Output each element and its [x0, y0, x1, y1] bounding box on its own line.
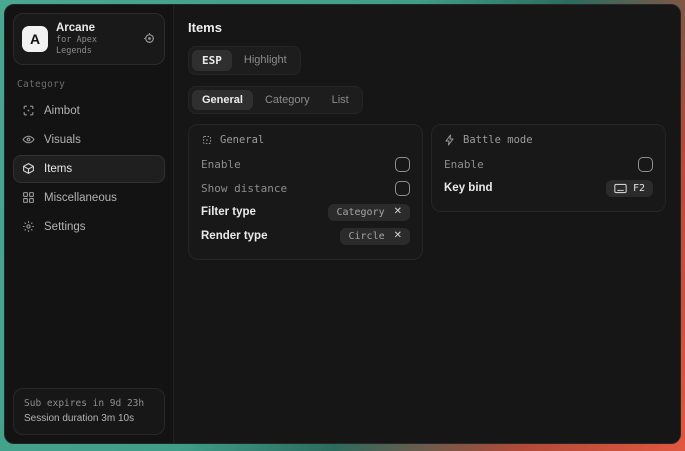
show-distance-row: Show distance	[201, 176, 410, 200]
filter-type-row: Filter type Category ✕	[201, 200, 410, 224]
sidebar-item-visuals[interactable]: Visuals	[13, 126, 165, 154]
sidebar-item-aimbot[interactable]: Aimbot	[13, 97, 165, 125]
sidebar-item-label: Settings	[44, 221, 86, 233]
render-type-value: Circle	[348, 231, 384, 242]
enable-label: Enable	[201, 158, 241, 171]
general-panel-title: General	[220, 134, 264, 146]
app-subtitle: for Apex Legends	[56, 35, 135, 56]
battle-mode-panel-title: Battle mode	[463, 134, 533, 146]
keyboard-icon	[614, 183, 627, 194]
battle-enable-label: Enable	[444, 158, 484, 171]
crosshair-icon	[22, 104, 35, 117]
battle-enable-checkbox[interactable]	[638, 157, 653, 172]
sidebar-nav: Aimbot Visuals Items	[13, 97, 165, 241]
session-duration: Session duration 3m 10s	[24, 411, 154, 426]
clear-filter-button[interactable]: ✕	[394, 207, 402, 217]
sidebar-item-miscellaneous[interactable]: Miscellaneous	[13, 184, 165, 212]
key-bind-button[interactable]: F2	[606, 180, 653, 197]
page-title: Items	[188, 20, 666, 35]
battle-mode-panel: Battle mode Enable Key bind	[431, 124, 666, 212]
battle-enable-row: Enable	[444, 152, 653, 176]
subscription-expiry: Sub expires in 9d 23h	[24, 397, 154, 411]
sun-icon	[201, 134, 213, 146]
sidebar-item-label: Visuals	[44, 134, 81, 146]
app-logo: A	[22, 26, 48, 52]
filter-type-select[interactable]: Category ✕	[328, 204, 410, 221]
tab-category[interactable]: Category	[255, 90, 320, 110]
bolt-icon	[444, 134, 456, 146]
show-distance-checkbox[interactable]	[395, 181, 410, 196]
app-title: Arcane	[56, 21, 135, 35]
app-window: A Arcane for Apex Legends Category	[4, 4, 681, 444]
tab-list[interactable]: List	[322, 90, 359, 110]
key-bind-value: F2	[633, 183, 645, 194]
main-content: Items ESP Highlight General Category Lis…	[174, 5, 680, 443]
grid-icon	[22, 191, 35, 204]
render-type-row: Render type Circle ✕	[201, 224, 410, 248]
filter-type-label: Filter type	[201, 206, 256, 218]
session-info-card: Sub expires in 9d 23h Session duration 3…	[13, 388, 165, 435]
sidebar: A Arcane for Apex Legends Category	[5, 5, 174, 443]
category-section-label: Category	[17, 79, 161, 90]
sidebar-item-label: Items	[44, 163, 72, 175]
box-icon	[22, 162, 35, 175]
key-bind-label: Key bind	[444, 182, 493, 194]
mode-tab-group: ESP Highlight	[188, 46, 301, 75]
sidebar-item-label: Aimbot	[44, 105, 80, 117]
general-panel: General Enable Show distance Filter type…	[188, 124, 423, 260]
tab-esp[interactable]: ESP	[192, 50, 232, 71]
sidebar-item-items[interactable]: Items	[13, 155, 165, 183]
filter-type-value: Category	[336, 207, 384, 218]
view-tab-group: General Category List	[188, 86, 363, 114]
clear-render-button[interactable]: ✕	[394, 231, 402, 241]
show-distance-label: Show distance	[201, 182, 287, 195]
target-icon[interactable]	[143, 32, 156, 45]
eye-icon	[22, 133, 35, 146]
brand-card: A Arcane for Apex Legends	[13, 13, 165, 65]
tab-general[interactable]: General	[192, 90, 253, 110]
enable-row: Enable	[201, 152, 410, 176]
render-type-label: Render type	[201, 230, 267, 242]
render-type-select[interactable]: Circle ✕	[340, 228, 410, 245]
sidebar-item-label: Miscellaneous	[44, 192, 117, 204]
sidebar-item-settings[interactable]: Settings	[13, 213, 165, 241]
enable-checkbox[interactable]	[395, 157, 410, 172]
tab-highlight[interactable]: Highlight	[234, 50, 297, 71]
key-bind-row: Key bind F2	[444, 176, 653, 200]
gear-icon	[22, 220, 35, 233]
